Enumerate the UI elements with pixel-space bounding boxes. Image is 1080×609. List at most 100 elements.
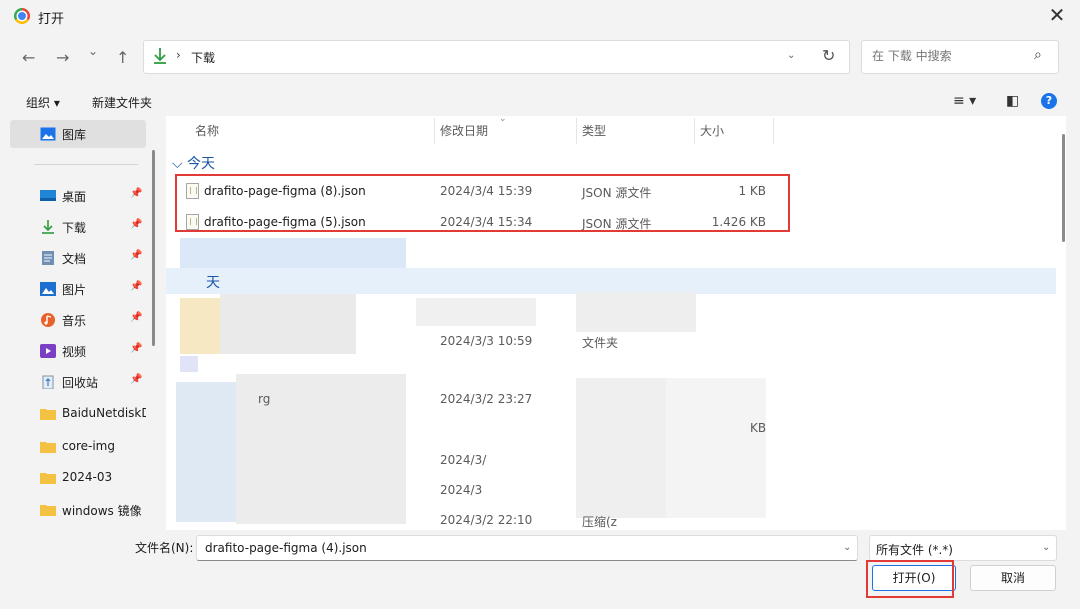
open-button-highlight-annotation: [866, 560, 954, 598]
column-divider[interactable]: [694, 118, 695, 144]
gallery-icon: [40, 127, 56, 141]
pin-icon: 📌: [130, 312, 143, 323]
sidebar-item-pictures[interactable]: 图片 📌: [10, 275, 146, 303]
sidebar-item-folder[interactable]: core-img: [10, 433, 146, 461]
sidebar-item-videos[interactable]: 视频 📌: [10, 337, 146, 365]
column-header-name[interactable]: 名称: [195, 122, 219, 139]
column-divider[interactable]: [773, 118, 774, 144]
music-icon: [41, 313, 55, 327]
pin-icon: 📌: [130, 343, 143, 354]
help-icon[interactable]: ?: [1041, 93, 1057, 109]
sidebar-item-gallery[interactable]: 图库: [10, 120, 146, 148]
sidebar-item-label: 图库: [62, 128, 87, 142]
files-highlight-annotation: [175, 174, 790, 232]
search-box[interactable]: ⌕: [861, 40, 1059, 74]
file-date: 2024/3/2 22:10: [440, 513, 533, 527]
sort-indicator-icon: ⌄: [499, 116, 507, 124]
pin-icon: 📌: [130, 374, 143, 385]
title-bar: 打开 ✕: [0, 0, 1080, 32]
address-dropdown-icon[interactable]: ⌄: [787, 50, 795, 61]
breadcrumb-downloads[interactable]: 下载: [191, 49, 215, 66]
refresh-icon[interactable]: ↻: [822, 46, 835, 65]
file-date: 2024/3/2 23:27: [440, 392, 533, 406]
preview-pane-icon[interactable]: ◧: [1006, 93, 1019, 109]
sidebar-item-label: 文档: [62, 252, 87, 266]
view-options-icon[interactable]: ≡ ▾: [953, 93, 976, 109]
sidebar-scrollbar[interactable]: [152, 150, 155, 346]
file-date: 2024/3/3 10:59: [440, 334, 533, 348]
dialog-title: 打开: [38, 12, 65, 27]
sidebar-item-label: BaiduNetdiskD: [62, 406, 146, 420]
group-header-yesterday-selected[interactable]: [166, 268, 1056, 294]
file-type-filter-value: 所有文件 (*.*): [876, 543, 953, 557]
sidebar-item-downloads[interactable]: 下载 📌: [10, 213, 146, 241]
open-file-dialog: 打开 ✕ ← → ⌄ ↑ › 下载 ⌄ ↻ ⌕ 组织 ▾ 新建文件夹 ≡ ▾ ◧…: [0, 0, 1080, 609]
document-icon: [42, 251, 54, 265]
sidebar-item-label: 回收站: [62, 376, 99, 390]
pin-icon: 📌: [130, 188, 143, 199]
sidebar-item-folder[interactable]: 2024-03: [10, 464, 146, 492]
sidebar-divider: [34, 164, 138, 165]
group-header-yesterday: 天: [206, 275, 220, 291]
sidebar-item-label: 2024-03: [62, 470, 113, 484]
new-folder-button[interactable]: 新建文件夹: [92, 94, 152, 111]
column-header-size[interactable]: 大小: [700, 122, 724, 139]
sidebar-item-label: 视频: [62, 345, 87, 359]
folder-icon: [40, 505, 56, 516]
file-list-scrollbar[interactable]: [1062, 134, 1065, 242]
column-header-type[interactable]: 类型: [582, 122, 606, 139]
column-divider[interactable]: [434, 118, 435, 144]
recycle-bin-icon: [42, 375, 54, 389]
desktop-icon: [40, 190, 56, 201]
command-bar: 组织 ▾ 新建文件夹 ≡ ▾ ◧: [0, 88, 1080, 116]
sidebar-item-label: windows 镜像: [62, 504, 142, 518]
obscured-block: [416, 298, 536, 326]
folder-icon: [40, 409, 56, 420]
address-bar[interactable]: › 下载 ⌄ ↻: [143, 40, 850, 74]
group-header-today[interactable]: ⌵ 今天: [172, 153, 215, 173]
recent-locations-icon[interactable]: ⌄: [88, 44, 98, 58]
file-date: 2024/3: [440, 483, 483, 497]
cancel-button[interactable]: 取消: [970, 565, 1056, 591]
folder-icon: [40, 442, 56, 453]
back-arrow-icon[interactable]: ←: [22, 48, 35, 67]
file-size-fragment: KB: [750, 421, 767, 435]
sidebar-item-folder[interactable]: windows 镜像: [10, 496, 146, 524]
chrome-icon: [14, 8, 30, 24]
chevron-down-icon[interactable]: ⌄: [843, 542, 851, 553]
file-name-fragment: rg: [258, 392, 271, 406]
obscured-block: [180, 298, 220, 354]
breadcrumb-separator: ›: [176, 48, 181, 62]
folder-icon: [40, 473, 56, 484]
file-type: 压缩(z: [582, 515, 617, 529]
filename-field[interactable]: ⌄: [196, 535, 858, 561]
close-icon[interactable]: ✕: [1046, 4, 1068, 26]
column-header-modified[interactable]: 修改日期: [440, 122, 488, 139]
sidebar-item-music[interactable]: 音乐 📌: [10, 306, 146, 334]
download-icon: [154, 48, 166, 64]
filename-label: 文件名(N):: [135, 541, 194, 555]
file-type: 文件夹: [582, 336, 619, 350]
search-input[interactable]: [870, 48, 1034, 64]
sidebar-item-label: core-img: [62, 439, 115, 453]
organize-menu[interactable]: 组织 ▾: [26, 94, 60, 111]
pin-icon: 📌: [130, 281, 143, 292]
obscured-block: [576, 378, 666, 518]
obscured-block: [576, 292, 696, 332]
obscured-block: [180, 356, 198, 372]
chevron-down-icon[interactable]: ⌄: [1042, 542, 1050, 553]
file-type-filter[interactable]: 所有文件 (*.*) ⌄: [869, 535, 1057, 561]
sidebar-item-desktop[interactable]: 桌面 📌: [10, 182, 146, 210]
obscured-block: [220, 294, 356, 354]
sidebar-item-recycle-bin[interactable]: 回收站 📌: [10, 368, 146, 396]
column-divider[interactable]: [576, 118, 577, 144]
sidebar-item-folder[interactable]: BaiduNetdiskD: [10, 400, 146, 428]
file-date: 2024/3/: [440, 453, 487, 467]
forward-arrow-icon[interactable]: →: [56, 48, 69, 67]
up-arrow-icon[interactable]: ↑: [116, 48, 129, 67]
obscured-block: [666, 378, 766, 518]
sidebar-item-documents[interactable]: 文档 📌: [10, 244, 146, 272]
filename-input[interactable]: [203, 540, 827, 556]
sidebar-item-label: 音乐: [62, 314, 87, 328]
search-icon[interactable]: ⌕: [1034, 47, 1042, 63]
